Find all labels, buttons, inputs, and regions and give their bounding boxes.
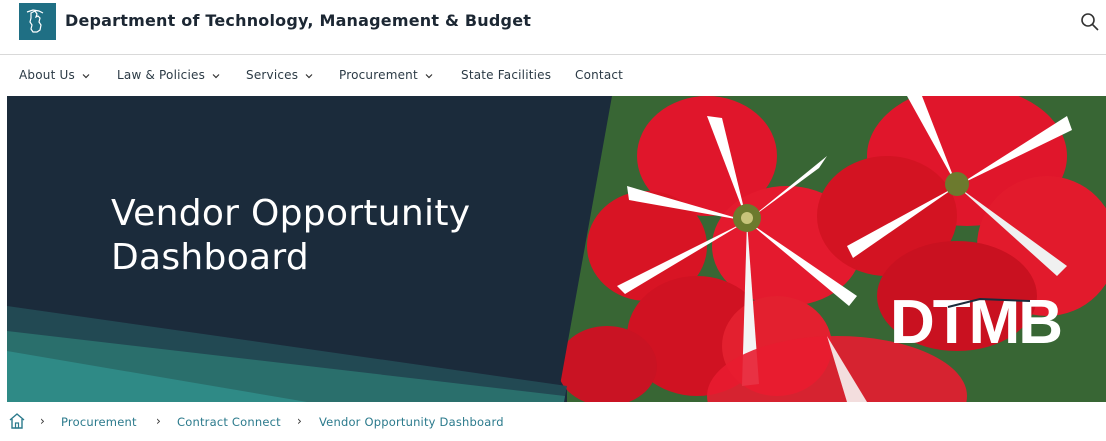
nav-item-procurement[interactable]: Procurement	[339, 68, 434, 82]
nav-item-label: Services	[246, 68, 299, 82]
nav-item-label: About Us	[19, 68, 75, 82]
home-icon[interactable]	[8, 412, 26, 430]
page-title: Vendor Opportunity Dashboard	[111, 193, 471, 278]
nav-item-label: Contact	[575, 68, 624, 82]
nav-item-law-policies[interactable]: Law & Policies	[117, 68, 221, 82]
chevron-right-icon: ›	[40, 414, 45, 428]
breadcrumb-current: Vendor Opportunity Dashboard	[319, 415, 504, 429]
site-header: Department of Technology, Management & B…	[0, 0, 1106, 55]
chevron-down-icon	[212, 73, 220, 78]
main-nav: About Us Law & Policies Services Procure…	[0, 56, 1106, 96]
dtmb-logo-text: DTMB	[890, 288, 1061, 353]
chevron-right-icon: ›	[156, 414, 161, 428]
nav-item-about-us[interactable]: About Us	[19, 68, 91, 82]
nav-item-services[interactable]: Services	[246, 68, 314, 82]
dtmb-logo: DTMB	[890, 288, 1063, 353]
nav-item-label: Procurement	[339, 68, 418, 82]
nav-item-state-facilities[interactable]: State Facilities	[461, 68, 551, 82]
chevron-down-icon	[425, 73, 433, 78]
breadcrumb-contract-connect[interactable]: Contract Connect	[177, 415, 281, 429]
nav-item-label: State Facilities	[461, 68, 552, 82]
chevron-down-icon	[305, 73, 313, 78]
breadcrumb-procurement[interactable]: Procurement	[61, 415, 137, 429]
hero-banner: Vendor Opportunity Dashboard DTMB	[7, 96, 1106, 402]
search-icon[interactable]	[1079, 11, 1101, 33]
nav-item-label: Law & Policies	[117, 68, 206, 82]
michigan-state-icon[interactable]	[19, 3, 56, 40]
site-title[interactable]: Department of Technology, Management & B…	[65, 11, 531, 30]
nav-item-contact[interactable]: Contact	[575, 68, 623, 82]
chevron-down-icon	[82, 73, 90, 78]
chevron-right-icon: ›	[297, 414, 302, 428]
breadcrumb: › Procurement › Contract Connect › Vendo…	[0, 410, 1106, 438]
